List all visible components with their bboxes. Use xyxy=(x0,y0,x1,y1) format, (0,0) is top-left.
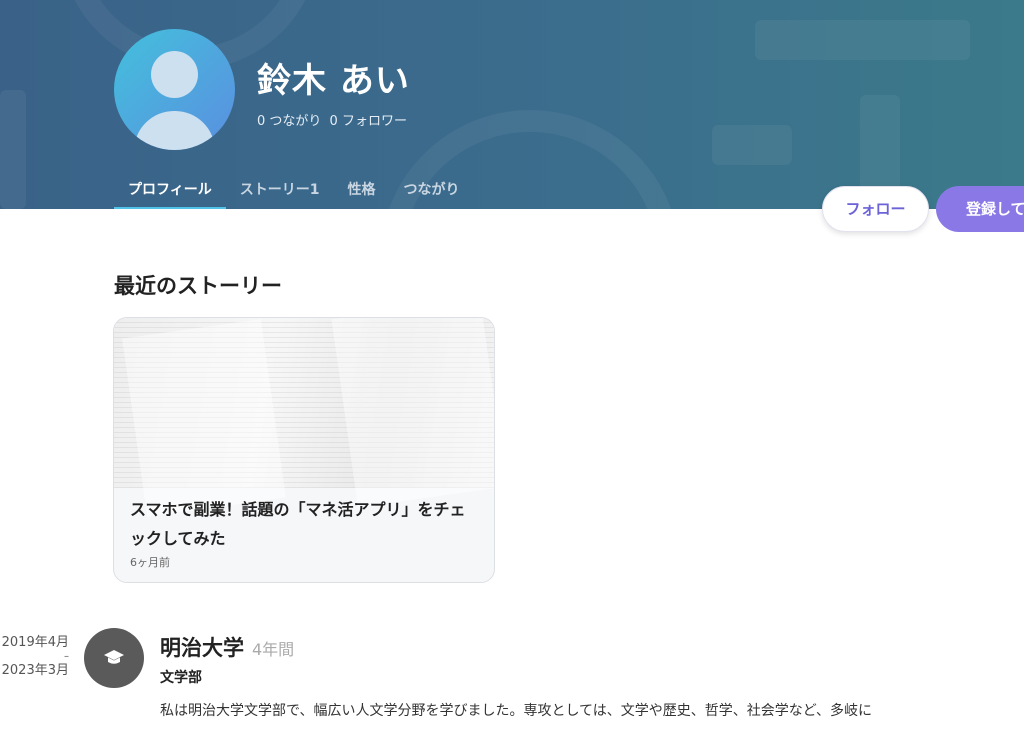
connections-count[interactable]: 0 つながり xyxy=(257,114,321,129)
story-thumbnail xyxy=(114,318,494,517)
follow-button[interactable]: フォロー xyxy=(822,186,929,232)
avatar xyxy=(114,29,235,150)
profile-tabs: プロフィール ストーリー1 性格 つながり xyxy=(114,170,473,209)
thumbnail-paper xyxy=(122,319,286,517)
tab-profile[interactable]: プロフィール xyxy=(114,170,226,209)
register-button[interactable]: 登録して xyxy=(936,186,1024,232)
education-end: 2023年3月 xyxy=(1,663,69,678)
tab-personality[interactable]: 性格 xyxy=(333,170,389,209)
education-description: 私は明治大学文学部で、幅広い人文学分野を学びました。専攻としては、文学や歴史、哲… xyxy=(160,703,873,719)
education-duration: 4年間 xyxy=(252,640,295,659)
followers-count[interactable]: 0 フォロワー xyxy=(330,114,407,129)
story-card[interactable]: スマホで副業！話題の「マネ活アプリ」をチェックしてみた 6ヶ月前 xyxy=(113,317,495,583)
education-date-separator: – xyxy=(64,651,69,662)
profile-header: 鈴木 あい 0 つながり 0 フォロワー プロフィール ストーリー1 性格 つな… xyxy=(0,0,1024,209)
banner-decoration xyxy=(712,125,792,165)
avatar-head xyxy=(151,51,198,98)
banner-decoration xyxy=(755,20,970,60)
graduation-cap-icon xyxy=(84,628,144,688)
recent-stories-title: 最近のストーリー xyxy=(114,274,282,298)
profile-name: 鈴木 あい xyxy=(257,61,410,101)
tab-stories[interactable]: ストーリー1 xyxy=(226,170,334,209)
school-heading: 明治大学 4年間 xyxy=(160,632,294,662)
education-department: 文学部 xyxy=(160,670,202,686)
avatar-body xyxy=(134,111,215,150)
school-name[interactable]: 明治大学 xyxy=(160,636,244,660)
banner-decoration xyxy=(0,90,26,209)
story-title[interactable]: スマホで副業！話題の「マネ活アプリ」をチェックしてみた xyxy=(130,495,480,553)
education-dates: 2019年4月 – 2023年3月 xyxy=(0,634,69,680)
tab-connections[interactable]: つながり xyxy=(389,170,473,209)
story-date: 6ヶ月前 xyxy=(130,556,170,569)
profile-stats: 0 つながり 0 フォロワー xyxy=(257,110,411,129)
education-start: 2019年4月 xyxy=(1,635,69,650)
thumbnail-paper xyxy=(331,318,494,508)
